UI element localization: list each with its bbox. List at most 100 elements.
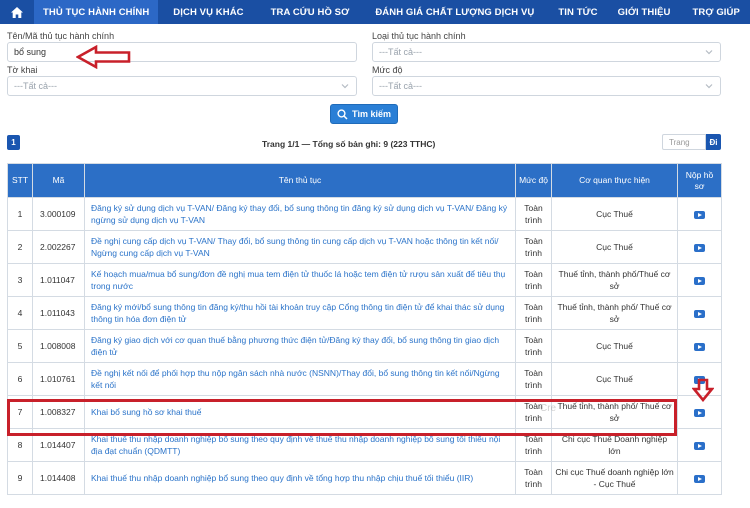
col-header-name: Tên thủ tục	[84, 163, 516, 198]
col-header-level: Mức độ	[515, 163, 552, 198]
page-go-button[interactable]: Đi	[706, 134, 721, 150]
row-level: Toàn trình	[515, 296, 552, 330]
row-stt: 3	[7, 263, 33, 297]
row-level: Toàn trình	[515, 395, 552, 429]
col-header-stt: STT	[7, 163, 33, 198]
submit-icon[interactable]	[694, 276, 705, 285]
row-org: Thuế tỉnh, thành phố/ Thuế cơ sở	[551, 395, 678, 429]
table-row: 1 3.000109 Đăng ký sử dụng dịch vụ T-VAN…	[7, 197, 722, 231]
submit-icon[interactable]	[694, 210, 705, 219]
procedure-link[interactable]: Đề nghị cung cấp dịch vụ T-VAN/ Thay đổi…	[84, 230, 516, 264]
procedure-name-label: Tên/Mã thủ tục hành chính	[7, 31, 115, 41]
table-row: 9 1.014408 Khai thuế thu nhập doanh nghi…	[7, 461, 722, 495]
row-code: 1.010761	[32, 362, 85, 396]
row-code: 1.014407	[32, 428, 85, 462]
procedure-link[interactable]: Đăng ký sử dụng dịch vụ T-VAN/ Đăng ký t…	[84, 197, 516, 231]
submit-icon[interactable]	[694, 474, 705, 483]
procedure-name-value: bổ sung	[14, 47, 47, 57]
row-org: Chi cục Thuế Doanh nghiệp lớn	[551, 428, 678, 462]
procedure-name-input[interactable]: bổ sung	[7, 42, 357, 62]
home-icon	[11, 6, 23, 18]
chevron-down-icon	[705, 84, 713, 89]
procedure-link[interactable]: Kế hoạch mua/mua bổ sung/đơn đề nghị mua…	[84, 263, 516, 297]
table-row: 3 1.011047 Kế hoạch mua/mua bổ sung/đơn …	[7, 263, 722, 297]
nav-item-thu-tuc-hanh-chinh[interactable]: THỦ TỤC HÀNH CHÍNH	[34, 0, 159, 24]
col-header-org: Cơ quan thực hiện	[551, 163, 678, 198]
procedure-link[interactable]: Khai thuế thu nhập doanh nghiệp bổ sung …	[84, 428, 516, 462]
procedure-link[interactable]: Đăng ký mới/bổ sung thông tin đăng ký/th…	[84, 296, 516, 330]
form-type-select[interactable]: ---Tất cả---	[7, 76, 357, 96]
submit-cell	[677, 461, 722, 495]
search-button-label: Tìm kiếm	[351, 109, 391, 119]
nav-item-tin-tuc[interactable]: TIN TỨC	[548, 0, 609, 24]
procedure-link[interactable]: Đề nghị kết nối để phối hợp thu nộp ngân…	[84, 362, 516, 396]
procedure-type-value: ---Tất cả---	[379, 47, 422, 57]
search-button[interactable]: Tìm kiếm	[330, 104, 398, 124]
page-number-input[interactable]: Trang	[662, 134, 706, 150]
level-select[interactable]: ---Tất cả---	[372, 76, 721, 96]
row-code: 1.014408	[32, 461, 85, 495]
record-count-info: Trang 1/1 — Tổng số bản ghi: 9 (223 TTHC…	[262, 139, 436, 149]
row-stt: 5	[7, 329, 33, 363]
row-org: Cục Thuế	[551, 362, 678, 396]
nav-item-gioi-thieu[interactable]: GIỚI THIỆU	[610, 0, 683, 24]
row-code: 3.000109	[32, 197, 85, 231]
row-org: Cục Thuế	[551, 197, 678, 231]
row-level: Toàn trình	[515, 230, 552, 264]
table-row: 8 1.014407 Khai thuế thu nhập doanh nghi…	[7, 428, 722, 462]
row-stt: 6	[7, 362, 33, 396]
nav-item-tra-cuu-ho-so[interactable]: TRA CỨU HỒ SƠ	[259, 0, 364, 24]
procedure-link[interactable]: Khai bổ sung hồ sơ khai thuế	[84, 395, 516, 429]
submit-icon[interactable]	[694, 342, 705, 351]
row-stt: 8	[7, 428, 33, 462]
row-code: 2.002267	[32, 230, 85, 264]
procedure-type-select[interactable]: ---Tất cả---	[372, 42, 721, 62]
annotation-arrow-down-icon	[692, 378, 714, 402]
submit-cell	[677, 296, 722, 330]
chevron-down-icon	[705, 50, 713, 55]
top-nav: THỦ TỤC HÀNH CHÍNH DỊCH VỤ KHÁC TRA CỨU …	[0, 0, 750, 24]
row-level: Toàn trình	[515, 197, 552, 231]
submit-icon[interactable]	[694, 309, 705, 318]
row-code: 1.008008	[32, 329, 85, 363]
form-type-label: Tờ khai	[7, 65, 38, 75]
submit-cell	[677, 263, 722, 297]
row-org: Thuế tỉnh, thành phố/Thuế cơ sở	[551, 263, 678, 297]
table-row: 4 1.011043 Đăng ký mới/bổ sung thông tin…	[7, 296, 722, 330]
procedure-link[interactable]: Đăng ký giao dịch với cơ quan thuế bằng …	[84, 329, 516, 363]
row-org: Cục Thuế	[551, 329, 678, 363]
row-stt: 9	[7, 461, 33, 495]
submit-icon[interactable]	[694, 408, 705, 417]
row-stt: 7	[7, 395, 33, 429]
submit-cell	[677, 329, 722, 363]
row-code: 1.008327	[32, 395, 85, 429]
pagination-page-1[interactable]: 1	[7, 135, 20, 150]
submit-icon[interactable]	[694, 243, 705, 252]
row-stt: 4	[7, 296, 33, 330]
table-row: 2 2.002267 Đề nghị cung cấp dịch vụ T-VA…	[7, 230, 722, 264]
procedure-table: STT Mã Tên thủ tục Mức độ Cơ quan thực h…	[7, 163, 722, 495]
nav-item-danh-gia-chat-luong[interactable]: ĐÁNH GIÁ CHẤT LƯỢNG DỊCH VỤ	[363, 0, 548, 24]
row-stt: 1	[7, 197, 33, 231]
table-row: 6 1.010761 Đề nghị kết nối để phối hợp t…	[7, 362, 722, 396]
submit-icon[interactable]	[694, 441, 705, 450]
row-level: Toàn trình	[515, 329, 552, 363]
procedure-type-label: Loại thủ tục hành chính	[372, 31, 466, 41]
row-org: Chi cục Thuế doanh nghiệp lớn - Cục Thuế	[551, 461, 678, 495]
procedure-link[interactable]: Khai thuế thu nhập doanh nghiệp bổ sung …	[84, 461, 516, 495]
row-org: Cục Thuế	[551, 230, 678, 264]
row-level: Toàn trình	[515, 461, 552, 495]
row-stt: 2	[7, 230, 33, 264]
nav-item-dich-vu-khac[interactable]: DỊCH VỤ KHÁC	[158, 0, 258, 24]
col-header-ma: Mã	[32, 163, 85, 198]
home-button[interactable]	[0, 0, 34, 24]
submit-cell	[677, 230, 722, 264]
row-code: 1.011047	[32, 263, 85, 297]
nav-item-tro-giup[interactable]: TRỢ GIÚP	[683, 0, 749, 24]
level-label: Mức độ	[372, 65, 403, 75]
row-level: Toàn trình	[515, 362, 552, 396]
table-row: 7 1.008327 Khai bổ sung hồ sơ khai thuế …	[7, 395, 722, 429]
row-level: Toàn trình	[515, 428, 552, 462]
chevron-down-icon	[341, 84, 349, 89]
row-org: Thuế tỉnh, thành phố/ Thuế cơ sở	[551, 296, 678, 330]
